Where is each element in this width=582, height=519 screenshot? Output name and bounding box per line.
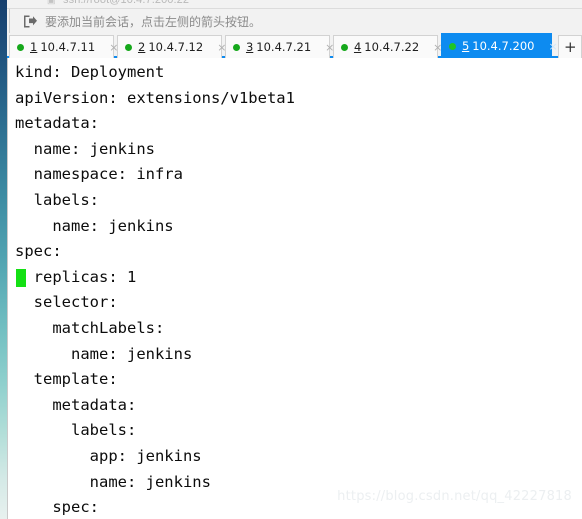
- add-session-icon[interactable]: [21, 13, 38, 30]
- window-icon: ▣: [47, 0, 56, 5]
- app-window: ▣ ssh://root@10.4.7.200:22 要添加当前会话，点击左侧的…: [0, 0, 582, 519]
- session-hint-bar: 要添加当前会话，点击左侧的箭头按钮。: [7, 9, 582, 33]
- window-title-bar: ▣ ssh://root@10.4.7.200:22: [7, 0, 582, 9]
- terminal-line: app: jenkins: [15, 446, 202, 465]
- tab-10.4.7.22[interactable]: 4 10.4.7.22 ×: [332, 35, 442, 58]
- tab-10.4.7.21[interactable]: 3 10.4.7.21 ×: [224, 35, 334, 58]
- terminal-line: template:: [15, 370, 118, 389]
- tab-index: 3: [245, 40, 254, 54]
- desktop-wallpaper-strip: [0, 0, 7, 519]
- terminal-line: spec:: [15, 498, 99, 517]
- tab-index: 5: [461, 39, 470, 53]
- tab-host-label: 10.4.7.22: [364, 40, 420, 54]
- terminal-line: name: jenkins: [15, 216, 174, 235]
- terminal-line: matchLabels:: [15, 318, 165, 337]
- tab-10.4.7.11[interactable]: 1 10.4.7.11 ×: [9, 35, 118, 58]
- tab-10.4.7.200[interactable]: 5 10.4.7.200 ×: [440, 33, 558, 58]
- terminal-line: labels:: [15, 190, 99, 209]
- tab-index: 1: [30, 40, 38, 54]
- tab-status-dot-icon: [448, 42, 456, 50]
- new-tab-button[interactable]: +: [558, 35, 582, 58]
- terminal-line: apiVersion: extensions/v1beta1: [15, 88, 295, 107]
- tab-index: 4: [353, 40, 362, 54]
- tab-host-label: 10.4.7.21: [256, 40, 312, 54]
- tab-status-dot-icon: [124, 43, 132, 51]
- terminal-line: name: jenkins: [15, 472, 211, 491]
- terminal-line: metadata:: [15, 114, 99, 133]
- tab-status-dot-icon: [17, 43, 24, 51]
- window-title: ssh://root@10.4.7.200:22: [63, 0, 190, 6]
- terminal-line: namespace: infra: [15, 165, 183, 184]
- tab-host-label: 10.4.7.11: [40, 40, 96, 54]
- tab-host-label: 10.4.7.200: [472, 39, 535, 53]
- hint-gutter-divider: [9, 9, 17, 33]
- tab-index: 2: [137, 40, 146, 54]
- tab-close-icon[interactable]: ×: [544, 41, 557, 52]
- terminal-line: labels:: [15, 421, 137, 440]
- terminal-line: kind: Deployment: [15, 63, 165, 81]
- tab-10.4.7.12[interactable]: 2 10.4.7.12 ×: [116, 35, 226, 58]
- session-hint-text: 要添加当前会话，点击左侧的箭头按钮。: [45, 14, 262, 29]
- terminal-line: name: jenkins: [15, 139, 155, 158]
- terminal-cursor: [16, 268, 26, 287]
- tab-status-dot-icon: [340, 43, 348, 51]
- tab-bar: 1 10.4.7.11 × 2 10.4.7.12 × 3 10.4.7.21 × 4 10.4.7…: [7, 33, 582, 58]
- terminal-line: replicas: 1: [15, 267, 137, 287]
- terminal-line: name: jenkins: [15, 344, 193, 363]
- terminal-line: metadata:: [15, 395, 137, 414]
- terminal-line: spec:: [15, 242, 62, 261]
- tab-host-label: 10.4.7.12: [148, 40, 204, 54]
- tab-status-dot-icon: [232, 43, 240, 51]
- terminal-line: selector:: [15, 293, 118, 312]
- terminal-left-border: [7, 58, 8, 519]
- terminal-pane[interactable]: kind: Deployment apiVersion: extensions/v…: [7, 58, 582, 519]
